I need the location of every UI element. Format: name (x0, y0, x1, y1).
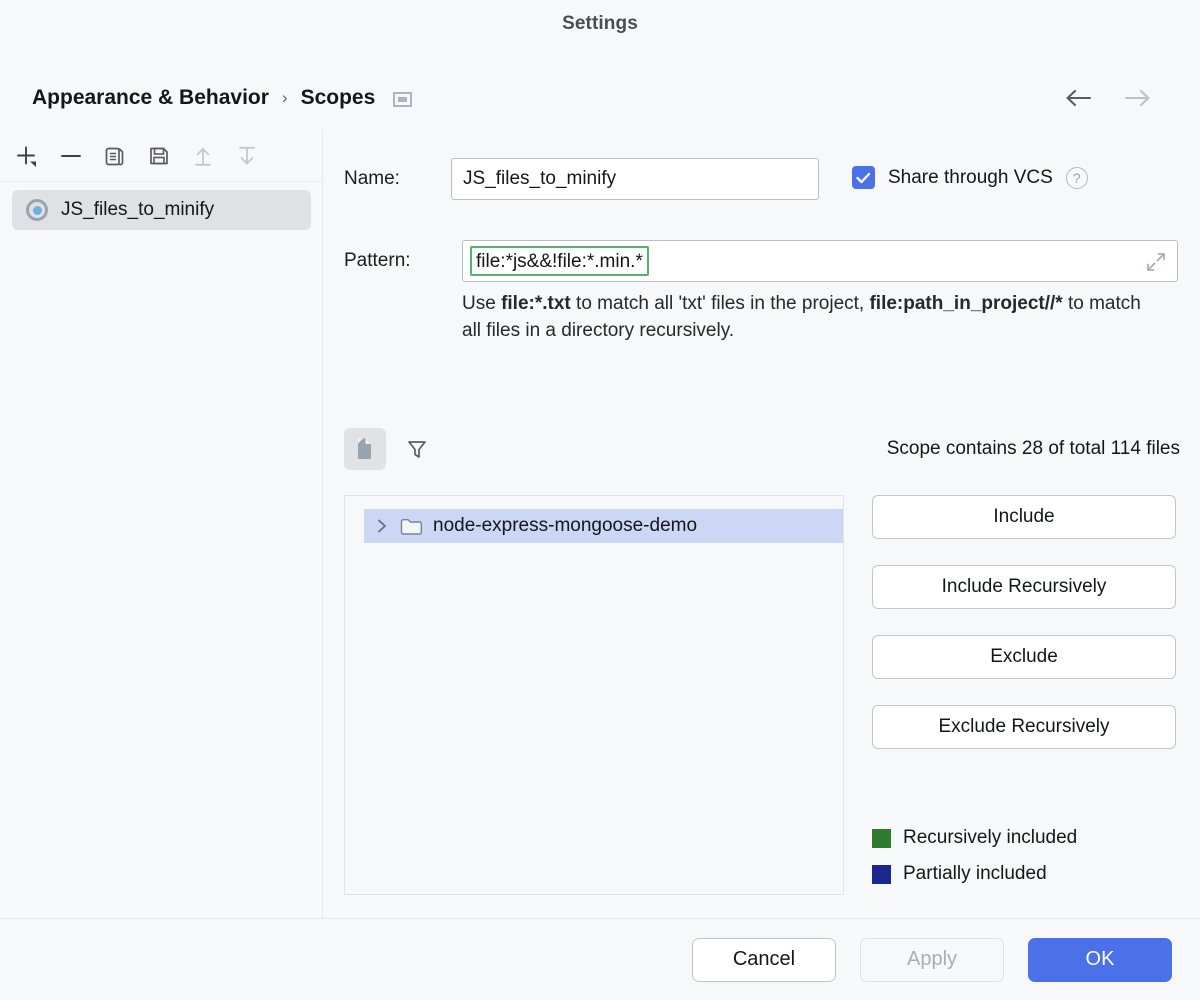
legend-item-recursively-included: Recursively included (872, 820, 1077, 856)
scope-action-buttons: Include Include Recursively Exclude Excl… (872, 495, 1176, 749)
dialog-footer: Cancel Apply OK (0, 919, 1200, 1000)
share-through-vcs-row: Share through VCS ? (852, 166, 1088, 189)
legend-label: Partially included (903, 863, 1047, 885)
hint-bold-1: file:*.txt (501, 293, 571, 314)
file-structure-icon[interactable] (344, 428, 386, 470)
window-title: Settings (562, 13, 638, 35)
pattern-value: file:*js&&!file:*.min.* (476, 252, 643, 271)
sidebar-item-label: JS_files_to_minify (61, 199, 214, 221)
pattern-valid-highlight: file:*js&&!file:*.min.* (470, 246, 649, 276)
sidebar-item-js-files-to-minify[interactable]: JS_files_to_minify (12, 190, 311, 230)
breadcrumb-row: Appearance & Behavior › Scopes (0, 74, 1200, 122)
cancel-button[interactable]: Cancel (692, 938, 836, 982)
name-label: Name: (344, 168, 451, 190)
scope-list: JS_files_to_minify (0, 182, 323, 230)
tree-view-toolbar: Scope contains 28 of total 114 files (344, 428, 1180, 470)
include-recursively-button[interactable]: Include Recursively (872, 565, 1176, 609)
exclude-button[interactable]: Exclude (872, 635, 1176, 679)
arrow-up-bar-icon[interactable] (186, 139, 219, 172)
exclude-recursively-button[interactable]: Exclude Recursively (872, 705, 1176, 749)
breadcrumb-current: Scopes (301, 86, 376, 110)
pattern-hint: Use file:*.txt to match all 'txt' files … (462, 290, 1142, 344)
hint-part-1: Use (462, 293, 501, 314)
breadcrumb-root[interactable]: Appearance & Behavior (32, 86, 269, 110)
scope-count-text: Scope contains 28 of total 114 files (887, 438, 1180, 460)
scopes-sidebar: JS_files_to_minify (0, 130, 323, 918)
share-vcs-label: Share through VCS (888, 167, 1053, 189)
hint-part-2: to match all 'txt' files in the project, (571, 293, 870, 314)
hint-bold-2: file:path_in_project//* (869, 293, 1062, 314)
share-vcs-checkbox[interactable] (852, 166, 875, 189)
name-row: Name: JS_files_to_minify (344, 158, 819, 200)
breadcrumb: Appearance & Behavior › Scopes (32, 86, 412, 110)
legend-swatch-green (872, 829, 891, 848)
arrow-down-bar-icon[interactable] (230, 139, 263, 172)
legend-swatch-blue (872, 865, 891, 884)
sidebar-divider (322, 130, 323, 918)
remove-scope-button[interactable] (54, 139, 87, 172)
legend-item-partially-included: Partially included (872, 856, 1077, 892)
floppy-disk-icon[interactable] (142, 139, 175, 172)
pattern-input[interactable]: file:*js&&!file:*.min.* (462, 240, 1178, 282)
folder-icon (400, 517, 423, 536)
ok-button[interactable]: OK (1028, 938, 1172, 982)
settings-page-icon (393, 92, 412, 107)
scope-editor-panel: Name: JS_files_to_minify Share through V… (324, 130, 1200, 918)
radio-selected-icon (26, 199, 48, 221)
arrow-left-icon[interactable] (1064, 83, 1094, 113)
navigation-arrows (1064, 83, 1152, 113)
chevron-right-icon[interactable] (374, 518, 390, 534)
tree-legend: Recursively included Partially included (872, 820, 1077, 892)
include-button[interactable]: Include (872, 495, 1176, 539)
name-input[interactable]: JS_files_to_minify (451, 158, 819, 200)
tree-row[interactable]: node-express-mongoose-demo (364, 509, 844, 543)
question-mark-icon[interactable]: ? (1066, 167, 1088, 189)
pattern-row: Pattern: file:*js&&!file:*.min.* (344, 240, 1178, 282)
legend-label: Recursively included (903, 827, 1077, 849)
pattern-label: Pattern: (344, 250, 462, 272)
expand-diagonal-icon[interactable] (1145, 251, 1167, 273)
copy-icon[interactable] (98, 139, 131, 172)
scopes-toolbar (0, 130, 323, 182)
add-scope-button[interactable] (10, 139, 43, 172)
apply-button[interactable]: Apply (860, 938, 1004, 982)
window-titlebar: Settings (0, 0, 1200, 48)
breadcrumb-separator: › (281, 88, 289, 108)
scope-file-tree[interactable]: node-express-mongoose-demo (344, 495, 844, 895)
tree-row-label: node-express-mongoose-demo (433, 515, 697, 537)
arrow-right-icon[interactable] (1122, 83, 1152, 113)
filter-funnel-icon[interactable] (396, 428, 438, 470)
